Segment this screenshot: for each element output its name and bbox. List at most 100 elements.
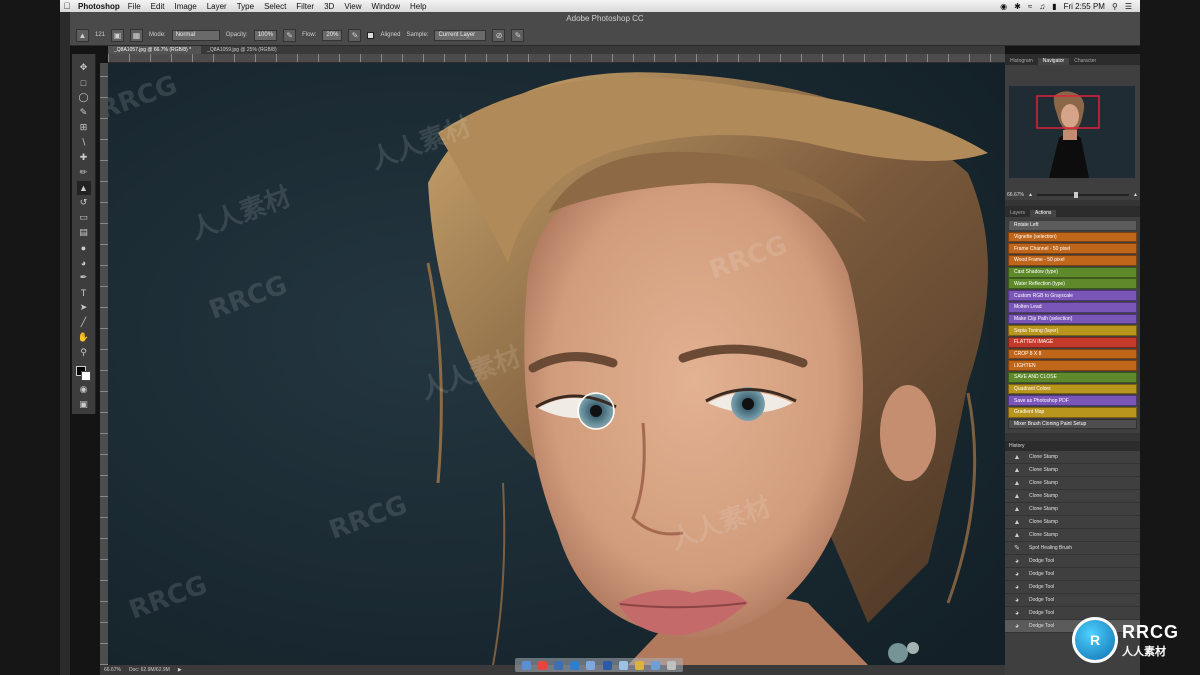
action-item[interactable]: SAVE AND CLOSE: [1008, 371, 1137, 383]
action-item[interactable]: Make Clip Path (selection): [1008, 313, 1137, 325]
crop-tool-icon[interactable]: ⊞: [77, 121, 91, 135]
hand-tool-icon[interactable]: ✋: [77, 331, 91, 345]
action-item[interactable]: Wood Frame - 50 pixel: [1008, 255, 1137, 266]
ruler-vertical[interactable]: [100, 63, 108, 665]
history-row[interactable]: ◕ Dodge Tool: [1005, 581, 1140, 594]
clone-source-icon[interactable]: ▦: [130, 28, 144, 42]
ignore-adjustment-icon[interactable]: ⊘: [492, 28, 506, 42]
action-item[interactable]: FLATTEN IMAGE: [1008, 336, 1137, 348]
tab-layers[interactable]: Layers: [1005, 210, 1030, 217]
history-row[interactable]: ▲ Clone Stamp: [1005, 477, 1140, 490]
action-item[interactable]: Rotate Left: [1008, 220, 1137, 231]
app-icon[interactable]: [634, 660, 644, 670]
menu-window[interactable]: Window: [372, 2, 400, 11]
history-brush-tool-icon[interactable]: ↺: [77, 196, 91, 210]
notification-icon[interactable]: ☰: [1125, 2, 1132, 11]
menu-layer[interactable]: Layer: [207, 2, 227, 11]
history-title[interactable]: History: [1005, 441, 1140, 451]
action-item[interactable]: Custom RGB to Grayscale: [1008, 290, 1137, 301]
airbrush-icon[interactable]: ✎: [348, 28, 362, 42]
volume-icon[interactable]: ♫: [1039, 2, 1045, 11]
action-item[interactable]: Quadrant Colors: [1008, 383, 1137, 395]
wifi-icon[interactable]: ≈: [1028, 2, 1032, 11]
mode-select[interactable]: Normal: [171, 29, 220, 41]
brush-size[interactable]: 121: [95, 32, 105, 38]
zoom-slider[interactable]: [1036, 191, 1130, 198]
eyedropper-tool-icon[interactable]: ∖: [77, 136, 91, 150]
quick-select-tool-icon[interactable]: ✎: [77, 106, 91, 120]
document-canvas[interactable]: RRCG RRCG 人人素材 人人素材 人人素材 RRCG RRCG RRCG …: [108, 63, 1005, 665]
aligned-checkbox[interactable]: [367, 31, 375, 39]
action-item[interactable]: Sepia Toning (layer): [1008, 325, 1137, 336]
line-tool-icon[interactable]: ╱: [77, 316, 91, 330]
history-row[interactable]: ▲ Clone Stamp: [1005, 503, 1140, 516]
battery-icon[interactable]: ▮: [1052, 2, 1056, 11]
history-row[interactable]: ✎ Spot Healing Brush: [1005, 542, 1140, 555]
tab-document-1[interactable]: _Q8A1057.jpg @ 66.7% (RGB/8) *: [108, 46, 202, 54]
trash-icon[interactable]: [667, 660, 677, 670]
tab-navigator[interactable]: Navigator: [1037, 58, 1070, 65]
doc-size[interactable]: Doc: 62.9M/62.9M: [129, 667, 170, 673]
menu-filter[interactable]: Filter: [296, 2, 314, 11]
quick-mask-icon[interactable]: ◉: [77, 383, 91, 397]
app-icon[interactable]: [651, 660, 661, 670]
zoom-in-icon[interactable]: ▲: [1133, 192, 1138, 198]
healing-brush-tool-icon[interactable]: ✚: [77, 151, 91, 165]
app-icon[interactable]: [553, 660, 563, 670]
gradient-tool-icon[interactable]: ▤: [77, 226, 91, 240]
action-item[interactable]: Gradient Map: [1008, 407, 1137, 418]
action-item[interactable]: Frame Channel - 50 pixel: [1008, 243, 1137, 255]
bluetooth-icon[interactable]: ✱: [1014, 2, 1021, 11]
background-color[interactable]: [80, 371, 91, 381]
pen-tool-icon[interactable]: ✒: [77, 271, 91, 285]
menu-type[interactable]: Type: [237, 2, 254, 11]
menu-edit[interactable]: Edit: [151, 2, 165, 11]
tab-character[interactable]: Character: [1069, 58, 1101, 65]
sample-select[interactable]: Current Layer: [434, 29, 487, 41]
zoom-slider-knob[interactable]: [1073, 191, 1078, 198]
move-tool-icon[interactable]: ✥: [77, 61, 91, 75]
action-item[interactable]: Mixer Brush Cloning Paint Setup: [1008, 418, 1137, 430]
menu-3d[interactable]: 3D: [324, 2, 334, 11]
eraser-tool-icon[interactable]: ▭: [77, 211, 91, 225]
action-item[interactable]: Save as Photoshop PDF: [1008, 395, 1137, 407]
spotlight-icon[interactable]: ⚲: [1112, 2, 1118, 11]
app-menu[interactable]: Photoshop: [78, 2, 120, 11]
menu-select[interactable]: Select: [264, 2, 286, 11]
color-swatches[interactable]: [75, 366, 92, 382]
history-row[interactable]: ▲ Clone Stamp: [1005, 529, 1140, 542]
action-item[interactable]: Molten Lead: [1008, 301, 1137, 313]
history-row[interactable]: ◕ Dodge Tool: [1005, 568, 1140, 581]
clone-stamp-tool-icon[interactable]: ▲: [76, 180, 91, 195]
history-row[interactable]: ▲ Clone Stamp: [1005, 451, 1140, 464]
history-row[interactable]: ▲ Clone Stamp: [1005, 464, 1140, 477]
menu-image[interactable]: Image: [174, 2, 196, 11]
menu-clock[interactable]: Fri 2:55 PM: [1064, 2, 1105, 11]
tab-document-2[interactable]: _Q8A1059.jpg @ 25% (RGB/8): [201, 46, 287, 54]
app-icon[interactable]: [570, 660, 580, 670]
screen-mode-icon[interactable]: ▣: [77, 398, 91, 412]
tab-histogram[interactable]: Histogram: [1005, 58, 1038, 65]
history-row[interactable]: ▲ Clone Stamp: [1005, 490, 1140, 503]
action-item[interactable]: LIGHTEN: [1008, 360, 1137, 372]
record-icon[interactable]: ◉: [1000, 2, 1007, 11]
history-row[interactable]: ◕ Dodge Tool: [1005, 594, 1140, 607]
zoom-level[interactable]: 66.67%: [104, 667, 121, 673]
finder-icon[interactable]: [521, 660, 531, 670]
menu-help[interactable]: Help: [410, 2, 426, 11]
zoom-out-icon[interactable]: ▲: [1028, 192, 1033, 198]
history-row[interactable]: ▲ Clone Stamp: [1005, 516, 1140, 529]
navigator-zoom[interactable]: 66.67%: [1007, 192, 1024, 198]
photoshop-icon[interactable]: [602, 660, 612, 670]
lasso-tool-icon[interactable]: ◯: [77, 91, 91, 105]
action-item[interactable]: Vignette (selection): [1008, 231, 1137, 243]
action-item[interactable]: CROP 8 X 8: [1008, 348, 1137, 360]
dodge-tool-icon[interactable]: ◕: [77, 256, 91, 270]
brush-tool-icon[interactable]: ✏: [77, 166, 91, 180]
blur-tool-icon[interactable]: ●: [77, 241, 91, 255]
navigator-thumbnail[interactable]: [1009, 86, 1135, 178]
status-arrow-icon[interactable]: ▶: [178, 667, 182, 673]
path-select-tool-icon[interactable]: ➤: [77, 301, 91, 315]
opacity-field[interactable]: 100%: [253, 29, 278, 41]
brush-panel-icon[interactable]: ▣: [111, 28, 125, 42]
